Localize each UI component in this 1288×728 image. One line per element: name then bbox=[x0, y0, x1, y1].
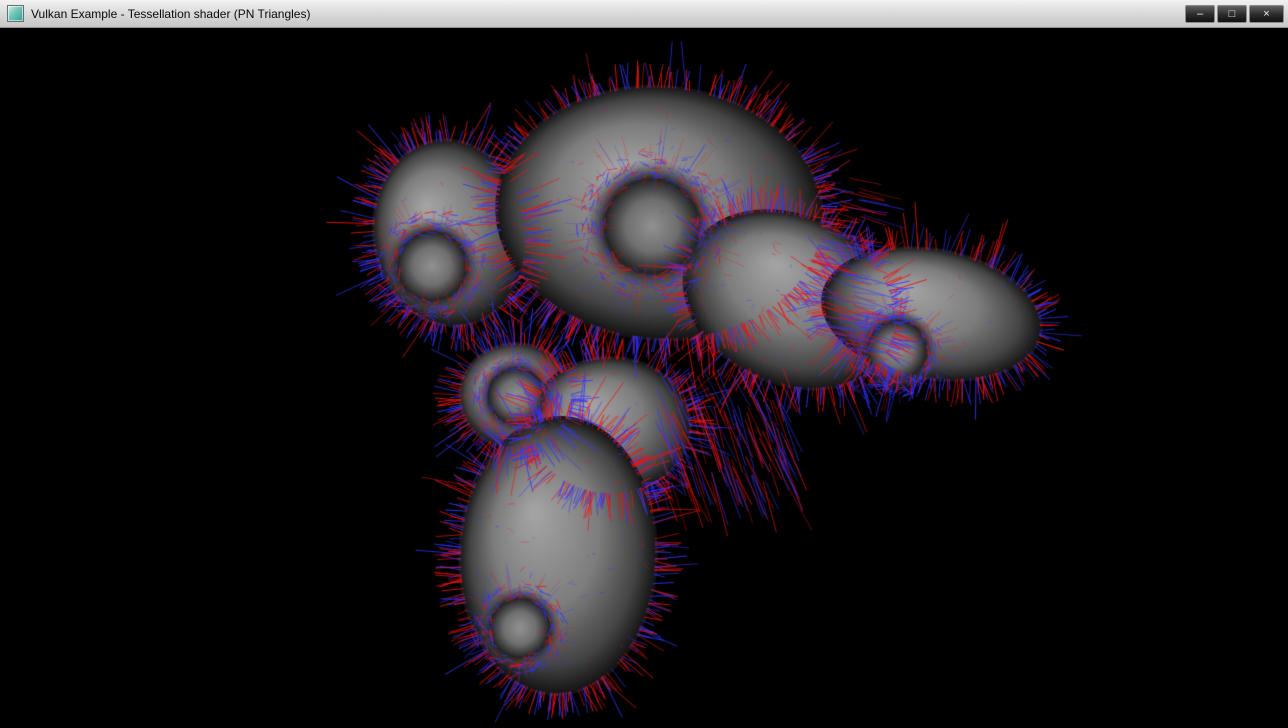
minimize-icon: – bbox=[1197, 6, 1203, 22]
title-bar[interactable]: Vulkan Example - Tessellation shader (PN… bbox=[0, 0, 1288, 28]
close-icon: × bbox=[1263, 6, 1269, 22]
render-viewport bbox=[0, 28, 1288, 728]
maximize-icon: □ bbox=[1229, 6, 1236, 22]
close-button[interactable]: × bbox=[1249, 5, 1284, 23]
window-controls: – □ × bbox=[1185, 5, 1284, 23]
minimize-button[interactable]: – bbox=[1185, 5, 1215, 23]
app-icon[interactable] bbox=[7, 5, 24, 22]
model-canvas[interactable] bbox=[0, 28, 1288, 728]
maximize-button[interactable]: □ bbox=[1217, 5, 1247, 23]
window-title: Vulkan Example - Tessellation shader (PN… bbox=[31, 7, 310, 21]
app-window: Vulkan Example - Tessellation shader (PN… bbox=[0, 0, 1288, 728]
